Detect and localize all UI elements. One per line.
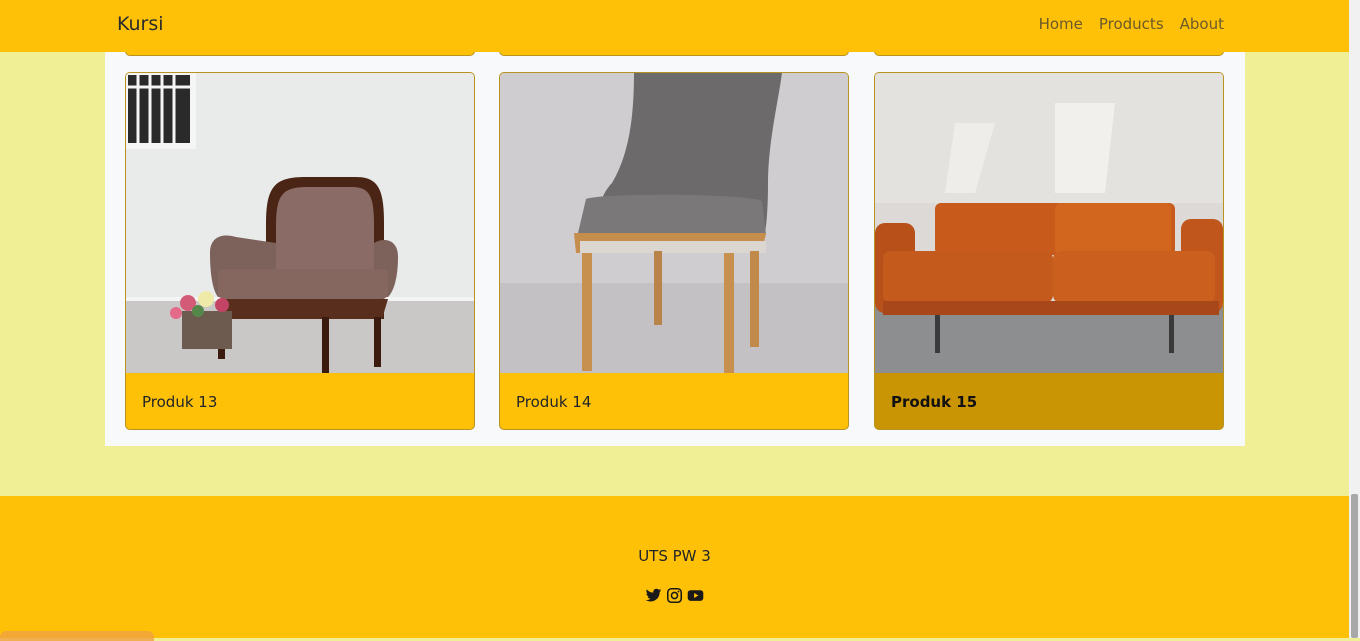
product-grid: Produk 13 Produk 14 Produk 15 bbox=[105, 0, 1245, 446]
leather-sofa-photo bbox=[875, 73, 1223, 373]
nav-link-home[interactable]: Home bbox=[1039, 15, 1083, 33]
scrollbar-thumb[interactable] bbox=[1351, 494, 1358, 638]
nav-link-about[interactable]: About bbox=[1180, 15, 1224, 33]
nav-links: Home Products About bbox=[1039, 15, 1224, 33]
instagram-icon[interactable] bbox=[666, 587, 683, 604]
vertical-scrollbar[interactable] bbox=[1349, 0, 1360, 638]
footer-text: UTS PW 3 bbox=[638, 547, 711, 565]
social-links bbox=[0, 587, 1349, 604]
product-title[interactable]: Produk 15 bbox=[891, 393, 977, 411]
twitter-icon[interactable] bbox=[645, 587, 662, 604]
floating-tab[interactable] bbox=[0, 631, 154, 641]
youtube-icon[interactable] bbox=[687, 587, 704, 604]
armchair-photo bbox=[126, 73, 474, 373]
brand-logo[interactable]: Kursi bbox=[117, 13, 164, 35]
product-card[interactable]: Produk 15 bbox=[874, 72, 1224, 430]
navbar: Kursi Home Products About bbox=[0, 0, 1349, 52]
product-card[interactable]: Produk 13 bbox=[125, 72, 475, 430]
dining-chair-photo bbox=[500, 73, 848, 373]
footer: UTS PW 3 bbox=[0, 496, 1349, 638]
product-card[interactable]: Produk 14 bbox=[499, 72, 849, 430]
product-title[interactable]: Produk 13 bbox=[142, 393, 217, 411]
nav-link-products[interactable]: Products bbox=[1099, 15, 1164, 33]
product-title[interactable]: Produk 14 bbox=[516, 393, 591, 411]
